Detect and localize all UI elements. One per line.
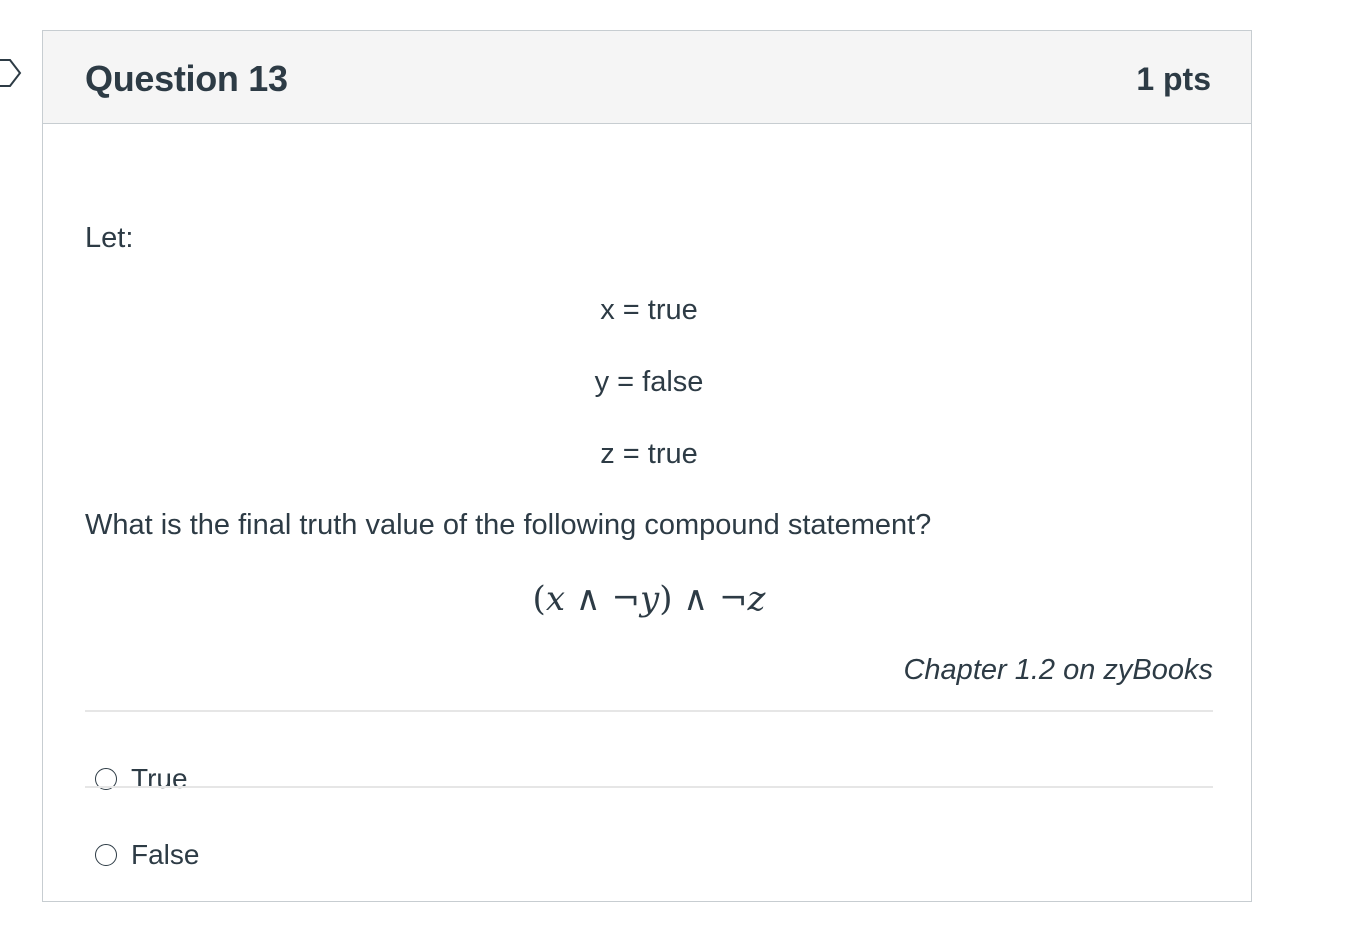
answers-divider [85, 786, 1213, 788]
formula-and-operator: ∧ [565, 579, 612, 619]
answer-label: True [131, 763, 188, 794]
question-title: Question 13 [85, 58, 288, 99]
formula-var-x: x [545, 579, 565, 619]
formula-close-paren: ) [659, 579, 673, 619]
intro-text: Let: [85, 222, 134, 254]
formula-var-y: y [640, 579, 660, 619]
answer-option-false[interactable]: False [85, 820, 1213, 890]
question-prompt: What is the final truth value of the fol… [85, 509, 932, 541]
assignment-z: z = true [600, 438, 698, 470]
reference-note: Chapter 1.2 on zyBooks [903, 654, 1213, 686]
formula-not-operator: ¬ [611, 579, 641, 619]
assignment-y: y = false [594, 366, 704, 398]
formula-not-operator: ¬ [719, 579, 748, 619]
formula-var-z: z [747, 579, 766, 619]
answer-option-true[interactable]: True [85, 744, 1213, 814]
formula-open-paren: ( [532, 579, 546, 619]
question-card: Question 13 1 pts Let: x = true y = fals… [42, 30, 1252, 902]
flag-question-icon[interactable] [0, 58, 22, 88]
compound-statement-formula: (x ∧ ¬y) ∧ ¬z [85, 579, 1213, 619]
assignment-x: x = true [600, 294, 698, 326]
radio-button[interactable] [95, 844, 117, 866]
answers-divider [85, 710, 1213, 712]
question-header: Question 13 1 pts [43, 31, 1251, 124]
question-points: 1 pts [1136, 61, 1211, 97]
answer-label: False [131, 839, 200, 870]
formula-and-operator: ∧ [672, 579, 720, 619]
